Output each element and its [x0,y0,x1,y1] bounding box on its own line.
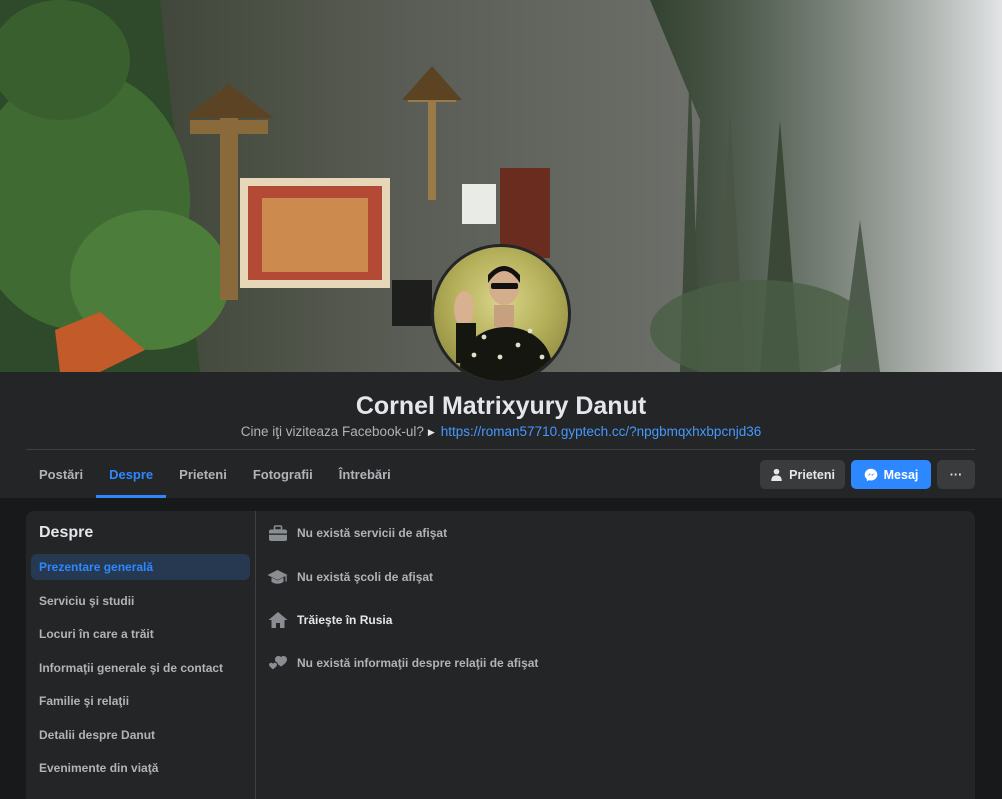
about-row-work-text: Nu există servicii de afişat [297,526,448,540]
profile-actions: Prieteni Mesaj ··· [760,460,975,489]
about-row-relationship-text: Nu există informaţii despre relaţii de a… [297,656,539,670]
about-card: Despre Prezentare generală Serviciu şi s… [26,511,975,799]
about-row-education: Nu există şcoli de afişat [267,567,433,587]
about-menu-life-events[interactable]: Evenimente din viaţă [31,755,250,781]
friends-button-label: Prieteni [789,467,835,482]
about-menu-overview[interactable]: Prezentare generală [31,554,250,580]
more-options-button[interactable]: ··· [937,460,975,489]
about-row-lives-in: Trăieşte în Rusia [267,610,392,630]
play-arrow-icon: ▶ [427,427,435,437]
message-button-label: Mesaj [883,467,919,482]
friends-button[interactable]: Prieteni [760,460,845,489]
tab-questions[interactable]: Întrebări [326,450,404,498]
briefcase-icon [267,523,288,543]
about-row-lives-in-text: Trăieşte în Rusia [297,613,393,627]
about-row-relationship: Nu există informaţii despre relaţii de a… [267,653,538,673]
about-row-work: Nu există servicii de afişat [267,523,447,543]
home-icon [267,610,288,630]
avatar-picture [454,266,552,381]
bio-text: Cine iţi viziteaza Facebook-ul? [240,424,424,439]
profile-avatar[interactable] [431,244,571,384]
about-menu-family-relationships[interactable]: Familie şi relaţii [31,688,250,714]
profile-tabs: Postări Despre Prieteni Fotografii Între… [26,450,404,498]
bio-link[interactable]: https://roman57710.gyptech.cc/?npgbmqxhx… [441,424,761,439]
messenger-icon [864,468,877,481]
about-menu-contact-info[interactable]: Informaţii generale şi de contact [31,655,250,681]
tab-about[interactable]: Despre [96,450,167,498]
tab-friends[interactable]: Prieteni [166,450,240,498]
more-dots-icon: ··· [949,467,963,482]
about-menu-places-lived[interactable]: Locuri în care a trăit [31,621,250,647]
about-menu-work-education[interactable]: Serviciu şi studii [31,588,250,614]
about-title: Despre [39,524,94,541]
profile-bio: Cine iţi viziteaza Facebook-ul? ▶ https://… [0,424,1002,439]
message-button[interactable]: Mesaj [851,460,931,489]
person-icon [771,468,782,481]
tab-photos[interactable]: Fotografii [240,450,326,498]
about-sidebar: Despre Prezentare generală Serviciu şi s… [26,511,256,799]
profile-name: Cornel Matrixyury Danut [355,392,647,420]
graduation-cap-icon [267,567,288,587]
hearts-icon [267,653,288,673]
tab-posts[interactable]: Postări [26,450,96,498]
about-row-education-text: Nu există şcoli de afişat [297,570,434,584]
about-menu-details[interactable]: Detalii despre Danut [31,722,250,748]
